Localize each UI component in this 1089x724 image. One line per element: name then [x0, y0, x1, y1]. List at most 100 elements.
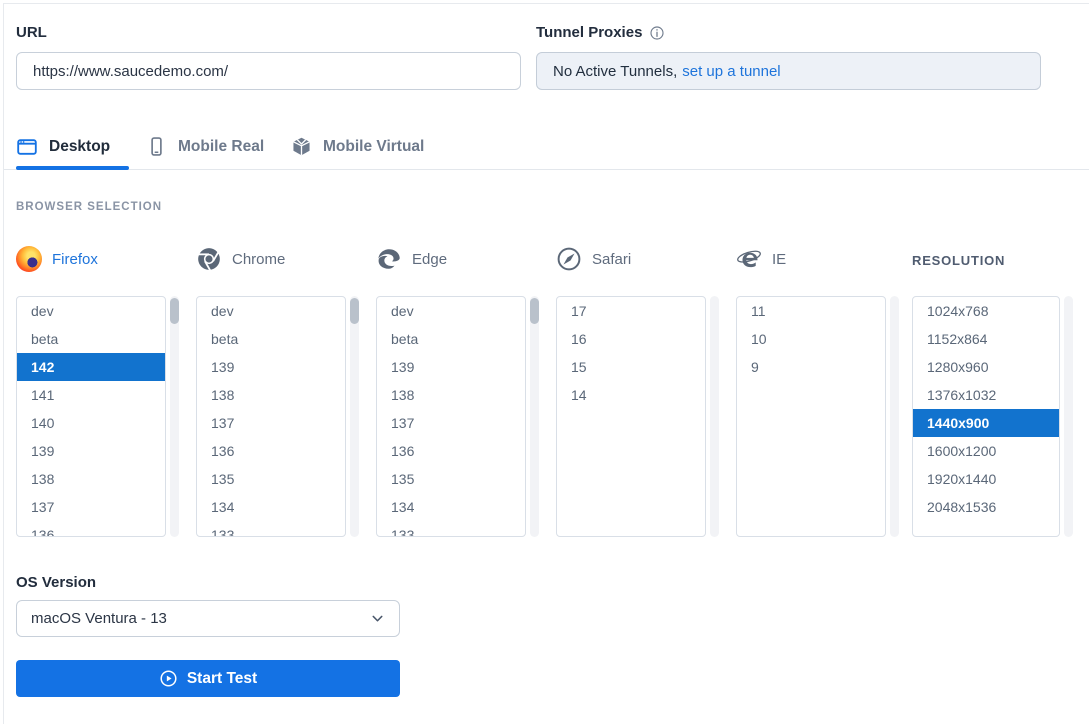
version-option[interactable]: 11 — [737, 297, 885, 325]
version-option[interactable]: 133 — [377, 521, 525, 537]
resolution-option[interactable]: 1376x1032 — [913, 381, 1059, 409]
firefox-scrollbar[interactable] — [170, 296, 179, 537]
scrollbar-thumb[interactable] — [530, 298, 539, 324]
version-option[interactable]: 10 — [737, 325, 885, 353]
version-option[interactable]: 138 — [197, 381, 345, 409]
active-tab-underline — [16, 166, 129, 170]
version-option[interactable]: 135 — [197, 465, 345, 493]
version-option[interactable]: 139 — [17, 437, 165, 465]
edge-version-list[interactable]: devbeta139138137136135134133 — [376, 296, 526, 537]
ie-label: IE — [772, 251, 786, 268]
resolution-option[interactable]: 1280x960 — [913, 353, 1059, 381]
safari-scrollbar[interactable] — [710, 296, 719, 537]
version-option[interactable]: 17 — [557, 297, 705, 325]
version-option[interactable]: 134 — [197, 493, 345, 521]
os-version-select[interactable]: macOS Ventura - 13 — [16, 600, 400, 637]
version-option[interactable]: 134 — [377, 493, 525, 521]
tab-desktop[interactable]: Desktop — [16, 136, 110, 158]
scrollbar-thumb[interactable] — [350, 298, 359, 324]
smartphone-icon — [146, 136, 167, 157]
chrome-column: Chrome devbeta139138137136135134133 — [196, 244, 366, 274]
version-option[interactable]: 139 — [197, 353, 345, 381]
tunnel-proxies-label: Tunnel Proxies — [536, 24, 665, 41]
version-option[interactable]: 137 — [197, 409, 345, 437]
version-option[interactable]: 16 — [557, 325, 705, 353]
version-option[interactable]: dev — [17, 297, 165, 325]
ie-scrollbar[interactable] — [890, 296, 899, 537]
url-label: URL — [16, 24, 47, 41]
platform-tabs: Desktop Mobile Real Mobile Virtual — [0, 130, 1089, 171]
edge-header[interactable]: Edge — [376, 244, 546, 274]
firefox-version-list[interactable]: devbeta142141140139138137136 — [16, 296, 166, 537]
start-test-label: Start Test — [187, 670, 257, 688]
chrome-scrollbar[interactable] — [350, 296, 359, 537]
version-option[interactable]: 138 — [377, 381, 525, 409]
version-option[interactable]: 137 — [17, 493, 165, 521]
resolution-option[interactable]: 1152x864 — [913, 325, 1059, 353]
firefox-icon — [16, 246, 42, 272]
tab-mobile-real-label: Mobile Real — [178, 138, 264, 156]
tab-mobile-virtual-label: Mobile Virtual — [323, 138, 424, 156]
resolution-column: RESOLUTION 1024x7681152x8641280x9601376x… — [912, 244, 1082, 274]
info-icon[interactable] — [649, 25, 665, 41]
version-option[interactable]: 136 — [197, 437, 345, 465]
panel-top-border — [3, 3, 1089, 4]
version-option[interactable]: 136 — [377, 437, 525, 465]
version-option[interactable]: beta — [197, 325, 345, 353]
firefox-header[interactable]: Firefox — [16, 244, 186, 274]
chrome-header[interactable]: Chrome — [196, 244, 366, 274]
chrome-version-list[interactable]: devbeta139138137136135134133 — [196, 296, 346, 537]
resolution-option[interactable]: 1920x1440 — [913, 465, 1059, 493]
ie-header[interactable]: IE — [736, 244, 906, 274]
scrollbar-thumb[interactable] — [170, 298, 179, 324]
version-option[interactable]: beta — [377, 325, 525, 353]
version-option[interactable]: 9 — [737, 353, 885, 381]
version-option[interactable]: 140 — [17, 409, 165, 437]
ie-column: IE 11109 — [736, 244, 906, 274]
os-version-value: macOS Ventura - 13 — [31, 610, 167, 627]
version-option[interactable]: 15 — [557, 353, 705, 381]
edge-label: Edge — [412, 251, 447, 268]
version-option[interactable]: 137 — [377, 409, 525, 437]
tab-mobile-virtual[interactable]: Mobile Virtual — [291, 136, 424, 157]
resolution-option[interactable]: 1024x768 — [913, 297, 1059, 325]
tab-mobile-real[interactable]: Mobile Real — [146, 136, 264, 157]
safari-label: Safari — [592, 251, 631, 268]
resolution-option[interactable]: 1440x900 — [913, 409, 1059, 437]
ie-version-list[interactable]: 11109 — [736, 296, 886, 537]
safari-header[interactable]: Safari — [556, 244, 726, 274]
tab-desktop-label: Desktop — [49, 138, 110, 156]
start-test-button[interactable]: Start Test — [16, 660, 400, 697]
ie-icon — [736, 246, 762, 272]
resolution-option[interactable]: 2048x1536 — [913, 493, 1059, 521]
url-input[interactable] — [16, 52, 521, 90]
version-option[interactable]: 133 — [197, 521, 345, 537]
tunnel-status-text: No Active Tunnels, — [553, 63, 677, 80]
edge-scrollbar[interactable] — [530, 296, 539, 537]
play-circle-icon — [159, 669, 178, 688]
version-option[interactable]: 138 — [17, 465, 165, 493]
chevron-down-icon — [370, 611, 385, 626]
version-option[interactable]: dev — [197, 297, 345, 325]
edge-icon — [376, 246, 402, 272]
version-option[interactable]: 135 — [377, 465, 525, 493]
chrome-icon — [196, 246, 222, 272]
setup-tunnel-link[interactable]: set up a tunnel — [682, 63, 780, 80]
resolution-scrollbar[interactable] — [1064, 296, 1073, 537]
version-option[interactable]: 139 — [377, 353, 525, 381]
safari-column: Safari 17161514 — [556, 244, 726, 274]
browser-selection-heading: BROWSER SELECTION — [16, 201, 162, 213]
os-version-label: OS Version — [16, 574, 96, 591]
resolution-heading: RESOLUTION — [912, 244, 1082, 274]
edge-column: Edge devbeta139138137136135134133 — [376, 244, 546, 274]
desktop-window-icon — [16, 136, 38, 158]
version-option[interactable]: 136 — [17, 521, 165, 537]
resolution-list[interactable]: 1024x7681152x8641280x9601376x10321440x90… — [912, 296, 1060, 537]
version-option[interactable]: 14 — [557, 381, 705, 409]
version-option[interactable]: 142 — [17, 353, 165, 381]
safari-version-list[interactable]: 17161514 — [556, 296, 706, 537]
resolution-option[interactable]: 1600x1200 — [913, 437, 1059, 465]
version-option[interactable]: dev — [377, 297, 525, 325]
version-option[interactable]: 141 — [17, 381, 165, 409]
version-option[interactable]: beta — [17, 325, 165, 353]
